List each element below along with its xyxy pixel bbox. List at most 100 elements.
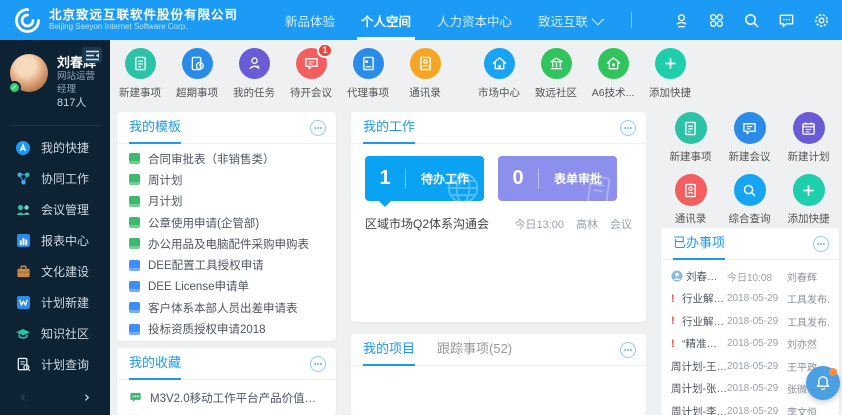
meeting-title: 区域市场Q2体系沟通会 bbox=[365, 215, 514, 232]
sidebar-item-my-shortcuts[interactable]: 我的快捷 bbox=[0, 132, 110, 163]
favorite-item[interactable]: 服务中心证明.docx bbox=[129, 409, 324, 415]
plus-icon bbox=[663, 56, 678, 71]
form-icon bbox=[129, 302, 140, 313]
done-row[interactable]: 刘春辉-北... 今日10:08 刘春辉 bbox=[671, 265, 829, 288]
ellipsis-icon bbox=[313, 123, 323, 133]
chat-icon[interactable] bbox=[777, 11, 795, 29]
calendar-icon bbox=[801, 121, 816, 136]
search-icon bbox=[742, 183, 757, 198]
favorite-item[interactable]: M3V2.0移动工作平台产品价值文档 bbox=[129, 386, 324, 409]
shortcut-new-item[interactable]: 新建事项 bbox=[117, 48, 163, 100]
shortcut-proxy-items[interactable]: 代理事项 bbox=[345, 48, 391, 100]
done-row[interactable]: 行业解决方... 2018-05-29 工具发布. bbox=[671, 310, 829, 333]
sidebar-item-plan-create[interactable]: 计划新建 bbox=[0, 287, 110, 318]
qc-contacts[interactable]: 通讯录 bbox=[661, 174, 720, 226]
plus-icon bbox=[801, 183, 816, 198]
done-row[interactable]: 周计划-王平... 2018-05-29 王平政 bbox=[671, 355, 829, 378]
shortcut-market-center[interactable]: 市场中心 bbox=[476, 48, 522, 100]
shortcut-a6-tech[interactable]: A6技术... bbox=[590, 48, 636, 100]
brand-logo[interactable]: 北京致远互联软件股份有限公司 Beijing Seeyon Internet S… bbox=[14, 7, 238, 34]
template-item[interactable]: DEE配置工具授权申请 bbox=[129, 254, 324, 275]
sidebar-menu: 我的快捷 协同工作 会议管理 报表中心 bbox=[0, 132, 110, 380]
meeting-category: 会议 bbox=[610, 216, 632, 232]
briefcase-icon bbox=[15, 264, 31, 280]
form-approval-card[interactable]: 0 表单审批 bbox=[498, 156, 617, 201]
template-item[interactable]: 周计划 bbox=[129, 169, 324, 190]
sidebar-item-plan-query[interactable]: 计划查询 bbox=[0, 349, 110, 380]
pending-work-card[interactable]: 1 待办工作 bbox=[365, 156, 484, 201]
meeting-people-icon bbox=[15, 202, 31, 218]
chevron-down-icon bbox=[592, 12, 605, 25]
qc-new-plan[interactable]: 新建计划 bbox=[779, 112, 838, 164]
qc-global-search[interactable]: 综合查询 bbox=[720, 174, 779, 226]
sidebar-item-culture[interactable]: 文化建设 bbox=[0, 256, 110, 287]
sidebar-collapse-button[interactable] bbox=[82, 47, 102, 63]
my-templates-panel: 我的模板 合同审批表（非销售类） 周计划 月计划 公章使用申请(企管部) 办公用… bbox=[117, 112, 336, 341]
template-item[interactable]: 合同审批表（非销售类） bbox=[129, 148, 324, 169]
doc-search-icon bbox=[15, 357, 31, 373]
pending-work-label: 待办工作 bbox=[406, 170, 484, 187]
meeting-row[interactable]: 区域市场Q2体系沟通会 今日13:00 高林 会议 bbox=[351, 201, 646, 232]
qc-new-meeting[interactable]: 新建会议 bbox=[720, 112, 779, 164]
done-row[interactable]: “精准数据... 2018-05-29 刘亦然 bbox=[671, 333, 829, 356]
template-item[interactable]: 客户体系本部人员出差申请表 bbox=[129, 297, 324, 318]
tab-done-items[interactable]: 已办事项 bbox=[673, 232, 725, 259]
nav-hr-center[interactable]: 人力资本中心 bbox=[437, 0, 512, 40]
notifications-bell-button[interactable] bbox=[806, 366, 840, 400]
home-icon bbox=[492, 56, 507, 71]
tab-my-work[interactable]: 我的工作 bbox=[363, 116, 415, 143]
ellipsis-icon bbox=[623, 345, 633, 355]
done-row[interactable]: 行业解决方... 2018-05-29 工具发布. bbox=[671, 288, 829, 311]
company-name-en: Beijing Seeyon Internet Software Corp. bbox=[49, 22, 238, 32]
tab-tracked-items[interactable]: 跟踪事项(52) bbox=[437, 338, 512, 365]
template-item[interactable]: 月计划 bbox=[129, 191, 324, 212]
locate-person-icon[interactable] bbox=[672, 11, 690, 29]
sidebar-item-meeting-management[interactable]: 会议管理 bbox=[0, 194, 110, 225]
sidebar-next-arrow[interactable]: › bbox=[84, 389, 90, 405]
priority-icon bbox=[671, 338, 679, 350]
shortcut-contacts[interactable]: 通讯录 bbox=[402, 48, 448, 100]
template-item[interactable]: 办公用品及电脑配件采购申购表 bbox=[129, 233, 324, 254]
nav-new-experience[interactable]: 新品体验 bbox=[285, 0, 335, 40]
shortcut-seeyon-community[interactable]: 致远社区 bbox=[533, 48, 579, 100]
priority-icon bbox=[671, 315, 679, 327]
shortcut-overdue-items[interactable]: 超期事项 bbox=[174, 48, 220, 100]
app-grid-icon[interactable] bbox=[707, 11, 725, 29]
seeyon-swirl-icon bbox=[14, 7, 41, 34]
header-divider bbox=[631, 12, 632, 28]
meeting-icon bbox=[304, 56, 319, 71]
more-options-button[interactable] bbox=[310, 120, 326, 136]
app-shortcuts-row: 新建事项 超期事项 我的任务 1 待开会议 代理事项 bbox=[117, 48, 693, 100]
more-options-button[interactable] bbox=[620, 342, 636, 358]
done-row[interactable]: 周计划-李文... 2018-05-29 李文恒 bbox=[671, 400, 829, 415]
nav-seeyon-menu[interactable]: 致远互联 bbox=[538, 0, 601, 40]
more-options-button[interactable] bbox=[813, 236, 829, 252]
meeting-icon bbox=[742, 121, 757, 136]
doc-icon bbox=[361, 56, 376, 71]
doc-icon bbox=[133, 56, 148, 71]
tab-my-projects[interactable]: 我的项目 bbox=[363, 338, 415, 365]
shortcut-my-tasks[interactable]: 我的任务 bbox=[231, 48, 277, 100]
sidebar-prev-arrow[interactable]: ‹ bbox=[20, 389, 26, 405]
ellipsis-icon bbox=[816, 239, 826, 249]
shortcut-add[interactable]: 添加快捷 bbox=[647, 48, 693, 100]
more-options-button[interactable] bbox=[310, 356, 326, 372]
sidebar-item-collaboration[interactable]: 协同工作 bbox=[0, 163, 110, 194]
tab-my-favorites[interactable]: 我的收藏 bbox=[129, 352, 181, 379]
tab-my-templates[interactable]: 我的模板 bbox=[129, 116, 181, 143]
nav-personal-space[interactable]: 个人空间 bbox=[361, 0, 411, 40]
qc-new-item[interactable]: 新建事项 bbox=[661, 112, 720, 164]
more-options-button[interactable] bbox=[620, 120, 636, 136]
sidebar-item-knowledge-community[interactable]: 知识社区 bbox=[0, 318, 110, 349]
bubble-tail bbox=[379, 201, 391, 207]
qc-add-shortcut[interactable]: 添加快捷 bbox=[779, 174, 838, 226]
settings-gear-icon[interactable] bbox=[812, 11, 830, 29]
search-icon[interactable] bbox=[742, 11, 760, 29]
shortcut-pending-meetings[interactable]: 1 待开会议 bbox=[288, 48, 334, 100]
template-item[interactable]: 公章使用申请(企管部) bbox=[129, 212, 324, 233]
bar-chart-icon bbox=[15, 233, 31, 249]
sidebar-item-report-center[interactable]: 报表中心 bbox=[0, 225, 110, 256]
template-item[interactable]: DEE License申请单 bbox=[129, 276, 324, 297]
template-item[interactable]: 投标资质授权申请2018 bbox=[129, 318, 324, 339]
form-icon bbox=[129, 174, 140, 185]
